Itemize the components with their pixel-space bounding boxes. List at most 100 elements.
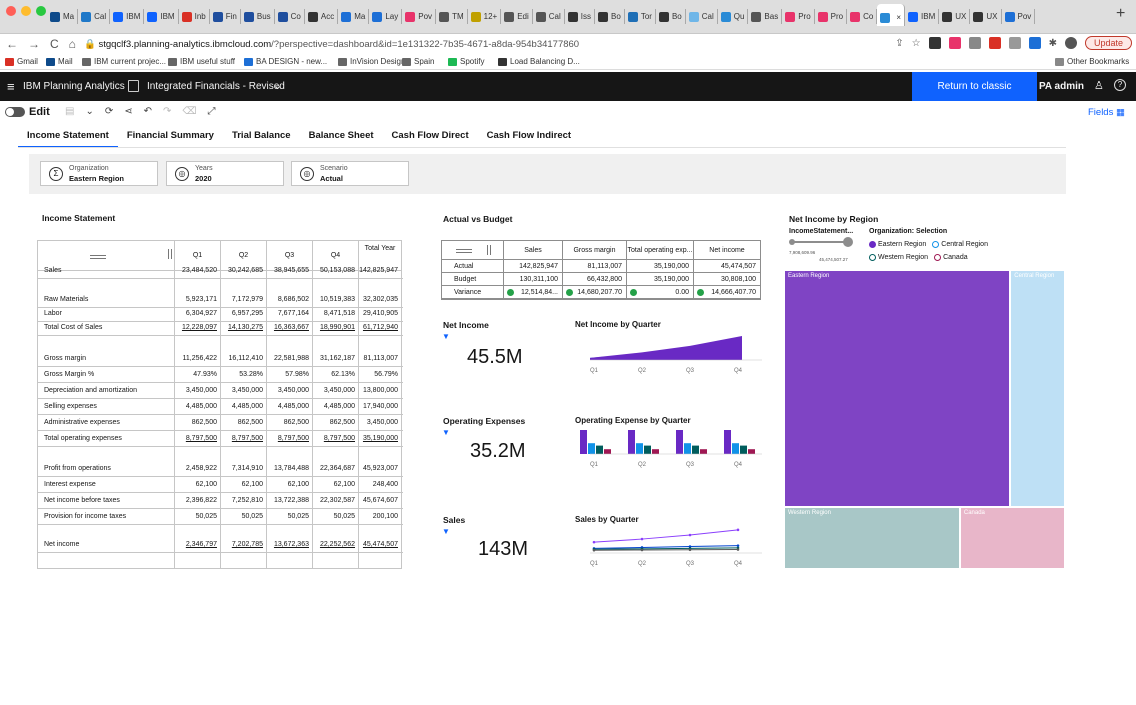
sheet-tab[interactable]: Financial Summary <box>118 127 223 148</box>
table-cell[interactable]: 35,190,000 <box>627 273 694 286</box>
table-cell[interactable]: 22,581,988 <box>267 353 313 364</box>
extension-icon[interactable] <box>988 37 1001 49</box>
table-cell[interactable]: 61,712,940 <box>359 322 402 333</box>
data-point[interactable] <box>736 548 740 551</box>
table-cell[interactable]: 45,474,507 <box>694 260 761 273</box>
table-cell[interactable]: 0.00 <box>627 286 694 299</box>
other-bookmarks[interactable]: Other Bookmarks <box>1055 57 1129 66</box>
maximize-window-button[interactable] <box>36 6 46 16</box>
redo-icon[interactable]: ↷ <box>163 106 171 117</box>
table-cell[interactable]: 8,797,500 <box>267 433 313 444</box>
bar[interactable] <box>636 443 643 454</box>
data-point[interactable] <box>736 528 740 532</box>
edit-toggle[interactable] <box>5 107 25 117</box>
browser-tab[interactable]: UX <box>939 9 971 24</box>
table-cell[interactable]: 7,252,810 <box>221 495 267 506</box>
table-cell[interactable]: 30,808,100 <box>694 273 761 286</box>
browser-tab[interactable]: Pov <box>1002 9 1036 24</box>
legend-item[interactable]: Western Region <box>869 252 928 263</box>
table-cell[interactable]: 13,672,363 <box>267 539 313 550</box>
browser-tab[interactable]: Bo <box>595 9 625 24</box>
line-series[interactable] <box>593 529 739 543</box>
table-cell[interactable]: 50,153,088 <box>313 265 359 276</box>
row-header[interactable]: Gross margin <box>38 353 175 364</box>
table-cell[interactable]: 4,485,000 <box>267 401 313 412</box>
chevron-down-icon[interactable]: ⌄ <box>273 79 282 92</box>
browser-tab[interactable]: TM <box>436 9 468 24</box>
table-cell[interactable]: 16,112,410 <box>221 353 267 364</box>
treemap-rect[interactable]: Canada <box>959 507 1065 569</box>
browser-tab[interactable]: IBM <box>144 9 179 24</box>
bookmark-star-icon[interactable]: ☆ <box>912 38 921 49</box>
bookmark-item[interactable]: Spotify <box>448 57 484 66</box>
sheet-tab[interactable]: Cash Flow Direct <box>383 127 478 148</box>
bar[interactable] <box>628 430 635 454</box>
table-cell[interactable]: 8,471,518 <box>313 308 359 319</box>
bar[interactable] <box>676 430 683 454</box>
table-cell[interactable]: 7,314,910 <box>221 463 267 474</box>
row-header[interactable]: Total operating expenses <box>38 433 175 444</box>
table-cell[interactable]: 35,190,000 <box>359 433 402 444</box>
bookmark-item[interactable]: BA DESIGN - new... <box>244 57 327 66</box>
update-button[interactable]: Update <box>1084 36 1132 50</box>
bookmark-item[interactable]: Mail <box>46 57 73 66</box>
url-field[interactable]: 🔒 stgqclf3.planning-analytics.ibmcloud.c… <box>84 36 744 53</box>
data-point[interactable] <box>736 544 740 547</box>
browser-tab[interactable]: × <box>877 4 906 26</box>
workbench-icon[interactable] <box>128 80 139 92</box>
bar[interactable] <box>652 449 659 454</box>
filter-years[interactable]: ◎ Years 2020 <box>166 161 284 186</box>
table-cell[interactable]: 3,450,000 <box>175 385 221 396</box>
row-header[interactable]: Raw Materials <box>38 294 175 305</box>
row-header[interactable]: Administrative expenses <box>38 417 175 428</box>
table-cell[interactable]: 6,304,927 <box>175 308 221 319</box>
table-cell[interactable]: 50,025 <box>175 511 221 522</box>
table-cell[interactable]: 23,484,520 <box>175 265 221 276</box>
bookmark-item[interactable]: IBM current projec... <box>82 57 166 66</box>
table-cell[interactable]: 62,100 <box>175 479 221 490</box>
table-cell[interactable]: 14,666,407.70 <box>694 286 761 299</box>
row-header[interactable]: Total Cost of Sales <box>38 322 175 333</box>
close-window-button[interactable] <box>6 6 16 16</box>
table-cell[interactable]: 81,113,007 <box>359 353 402 364</box>
table-cell[interactable]: 3,450,000 <box>221 385 267 396</box>
table-cell[interactable]: 31,162,187 <box>313 353 359 364</box>
bar[interactable] <box>740 445 747 454</box>
reload-button[interactable]: C <box>50 37 59 51</box>
table-cell[interactable]: 22,252,562 <box>313 539 359 550</box>
table-cell[interactable]: 200,100 <box>359 511 402 522</box>
pause-icon[interactable] <box>168 249 172 259</box>
table-cell[interactable]: 8,797,500 <box>313 433 359 444</box>
browser-tab[interactable]: Qu <box>718 9 749 24</box>
bar[interactable] <box>684 443 691 454</box>
table-cell[interactable]: 50,025 <box>221 511 267 522</box>
row-header[interactable]: Interest expense <box>38 479 175 490</box>
row-header[interactable]: Depreciation and amortization <box>38 385 175 396</box>
table-cell[interactable]: 50,025 <box>313 511 359 522</box>
browser-tab[interactable]: UX <box>970 9 1002 24</box>
table-cell[interactable]: 62,100 <box>267 479 313 490</box>
sheet-tab[interactable]: Cash Flow Indirect <box>478 127 580 148</box>
row-header[interactable]: Variance <box>442 286 504 299</box>
bar[interactable] <box>596 445 603 454</box>
bar[interactable] <box>604 449 611 454</box>
row-header[interactable]: Profit from operations <box>38 463 175 474</box>
table-cell[interactable]: 4,485,000 <box>313 401 359 412</box>
bookmark-item[interactable]: Load Balancing D... <box>498 57 580 66</box>
table-cell[interactable]: 10,519,383 <box>313 294 359 305</box>
browser-tab[interactable]: Edi <box>501 9 533 24</box>
refresh-icon[interactable]: ⟳ <box>105 106 113 117</box>
row-header[interactable]: Net income before taxes <box>38 495 175 506</box>
browser-tab[interactable]: Pov <box>402 9 437 24</box>
data-point[interactable] <box>688 548 692 552</box>
bookmark-item[interactable]: InVision Designs <box>338 57 409 66</box>
table-cell[interactable]: 38,945,655 <box>267 265 313 276</box>
filter-icon[interactable]: ▼ <box>442 428 450 437</box>
table-cell[interactable]: 3,450,000 <box>313 385 359 396</box>
data-point[interactable] <box>592 548 596 552</box>
table-cell[interactable]: 12,228,097 <box>175 322 221 333</box>
row-header[interactable]: Gross Margin % <box>38 369 175 380</box>
table-cell[interactable]: 7,172,979 <box>221 294 267 305</box>
table-cell[interactable]: 32,302,035 <box>359 294 402 305</box>
table-cell[interactable]: 862,500 <box>313 417 359 428</box>
